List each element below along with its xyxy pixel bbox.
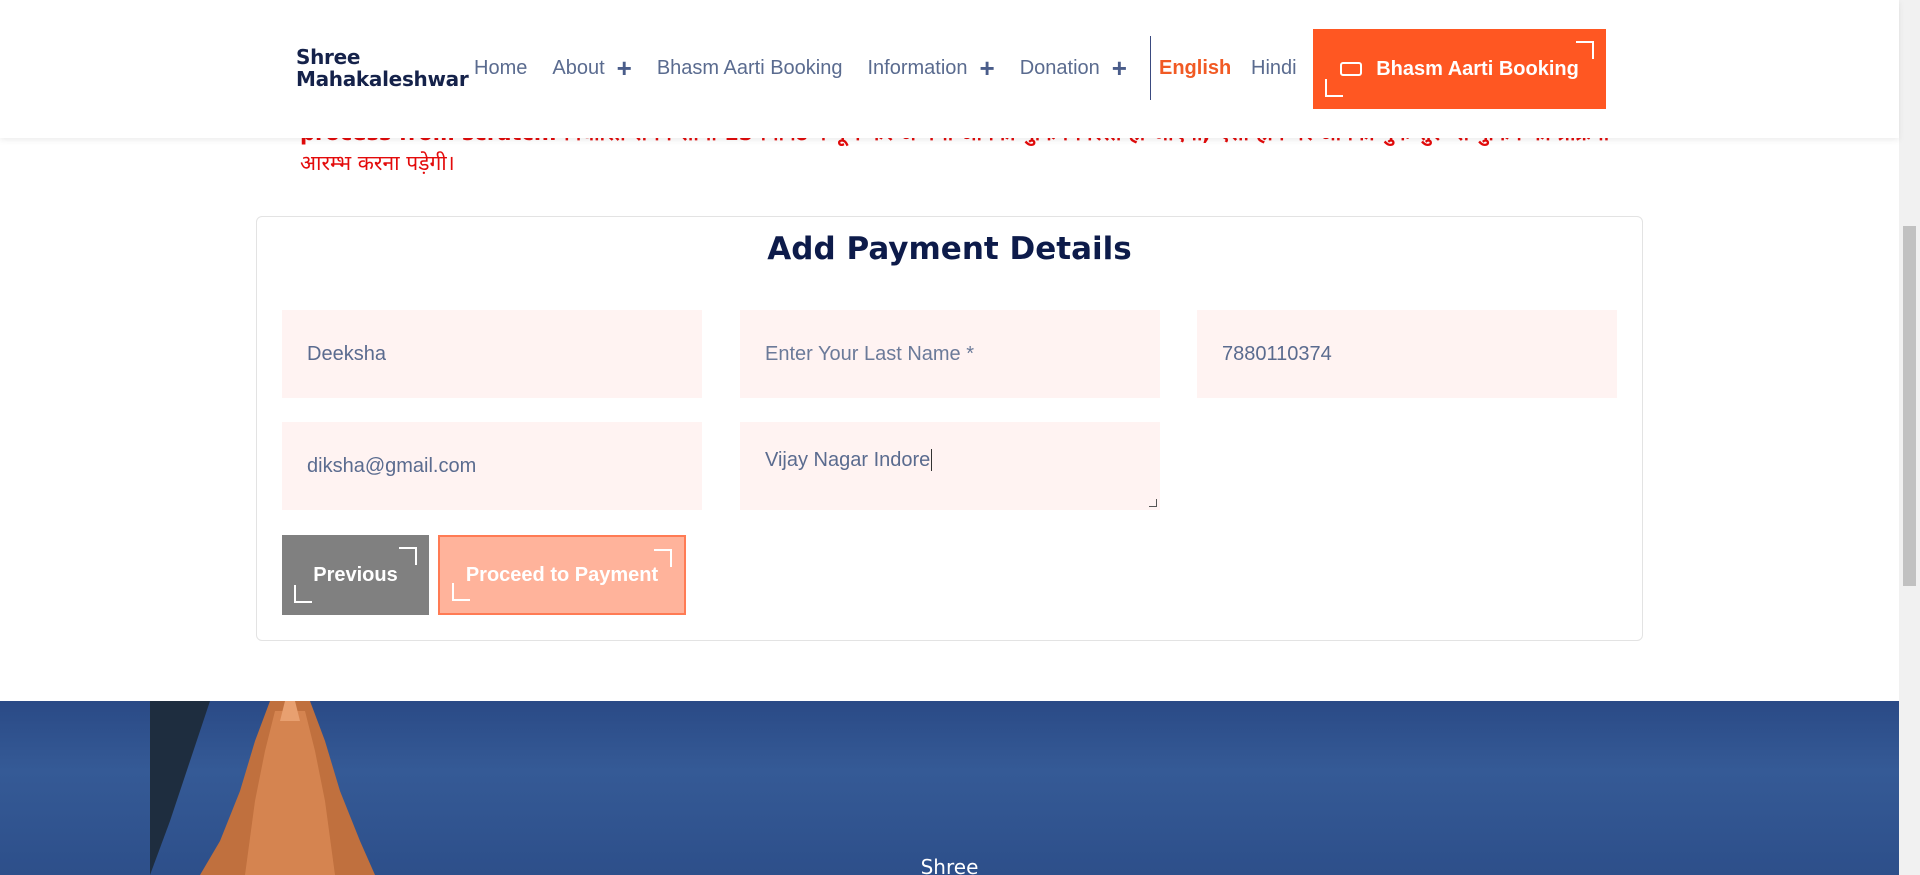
nav-home[interactable]: Home [474,57,527,80]
main-nav: Home About + Bhasm Aarti Booking Informat… [474,52,1152,84]
corner-bracket-icon [654,549,672,567]
first-name-value: Deeksha [307,342,386,365]
nav-divider [1150,36,1151,100]
temple-image [150,701,375,875]
proceed-to-payment-label: Proceed to Payment [465,563,659,586]
address-textarea[interactable]: Vijay Nagar Indore [740,422,1160,510]
language-english[interactable]: English [1159,57,1231,80]
phone-value: 7880110374 [1222,342,1332,365]
last-name-field[interactable]: Enter Your Last Name * [740,310,1160,398]
payment-details-card: Add Payment Details Deeksha Enter Your L… [256,216,1643,641]
nav-about-label: About [552,56,605,79]
logo-line-2: Mahakaleshwar [296,67,469,91]
site-header: Shree Mahakaleshwar Home About + Bhasm Aa… [0,0,1899,138]
nav-about[interactable]: About + [552,55,632,81]
resize-handle-icon[interactable] [1149,499,1157,507]
plus-icon[interactable]: + [1112,55,1127,81]
phone-field[interactable]: 7880110374 [1197,310,1617,398]
previous-label: Previous [313,563,398,586]
corner-bracket-icon [1576,41,1594,59]
language-hindi[interactable]: Hindi [1251,57,1297,80]
nav-information-label: Information [867,56,968,79]
text-caret [931,449,933,471]
first-name-field[interactable]: Deeksha [282,310,702,398]
last-name-placeholder: Enter Your Last Name * [765,342,975,365]
nav-information[interactable]: Information + [867,55,995,81]
email-field[interactable]: diksha@gmail.com [282,422,702,510]
corner-bracket-icon [294,585,312,603]
corner-bracket-icon [399,547,417,565]
page-title: Add Payment Details [767,231,1132,267]
nav-bhasm-aarti-booking[interactable]: Bhasm Aarti Booking [657,57,843,80]
nav-donation-label: Donation [1019,56,1100,79]
bhasm-aarti-booking-label: Bhasm Aarti Booking [1376,57,1579,80]
nav-bhasm-label: Bhasm Aarti Booking [656,56,843,79]
corner-bracket-icon [1325,79,1343,97]
site-logo[interactable]: Shree Mahakaleshwar [296,45,469,91]
notice-line-2: आरम्भ करना पड़ेगी। [300,151,455,175]
hero-title: Shree [920,855,979,875]
scrollbar-thumb[interactable] [1903,226,1916,586]
logo-line-1: Shree [296,45,361,69]
email-value: diksha@gmail.com [307,454,477,477]
hero-banner: Shree [0,701,1899,875]
ticket-icon [1340,62,1363,76]
plus-icon[interactable]: + [980,55,995,81]
bhasm-aarti-booking-button[interactable]: Bhasm Aarti Booking [1313,29,1606,109]
plus-icon[interactable]: + [617,55,632,81]
corner-bracket-icon [452,583,470,601]
proceed-to-payment-button[interactable]: Proceed to Payment [438,535,686,615]
previous-button[interactable]: Previous [282,535,429,615]
page-scrollbar[interactable] [1899,0,1920,875]
address-value: Vijay Nagar Indore [765,449,931,471]
nav-donation[interactable]: Donation + [1019,55,1127,81]
nav-home-label: Home [474,56,528,79]
